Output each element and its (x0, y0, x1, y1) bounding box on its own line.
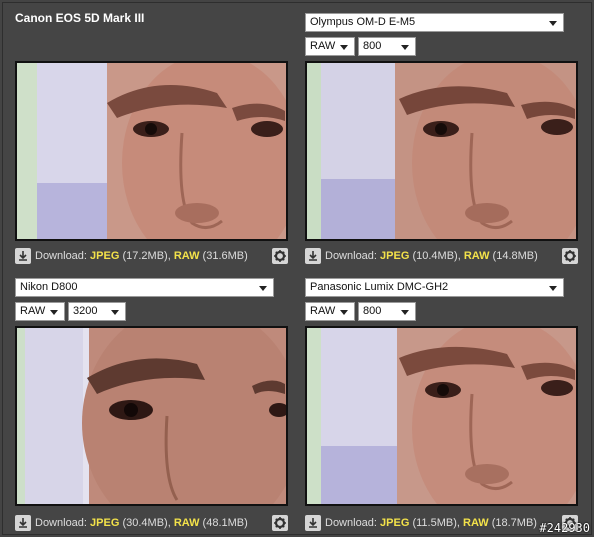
comparison-widget: Canon EOS 5D Mark III Download: JPEG (17… (2, 2, 592, 535)
jpeg-link[interactable]: JPEG (90, 517, 119, 529)
download-icon[interactable] (15, 515, 31, 531)
raw-link[interactable]: RAW (174, 517, 200, 529)
iso-select-value: 800 (363, 40, 382, 52)
jpeg-link[interactable]: JPEG (380, 517, 409, 529)
gear-icon[interactable] (562, 248, 578, 264)
format-select[interactable]: RAW (305, 302, 355, 321)
format-select-value: RAW (310, 40, 336, 52)
jpeg-link[interactable]: JPEG (380, 250, 409, 262)
download-text: Download: JPEG (11.5MB), RAW (18.7MB) (325, 517, 537, 529)
sample-image[interactable] (305, 326, 578, 506)
camera-select-value: Panasonic Lumix DMC-GH2 (310, 281, 449, 293)
face-crop-image (307, 63, 576, 239)
chevron-down-icon (259, 286, 267, 291)
chevron-down-icon (340, 310, 348, 315)
download-icon[interactable] (305, 515, 321, 531)
raw-link[interactable]: RAW (463, 517, 489, 529)
gear-icon[interactable] (272, 515, 288, 531)
download-row: Download: JPEG (11.5MB), RAW (18.7MB) (305, 514, 578, 532)
format-select[interactable]: RAW (15, 302, 65, 321)
format-select[interactable]: RAW (305, 37, 355, 56)
iso-select[interactable]: 3200 (68, 302, 126, 321)
download-row: Download: JPEG (17.2MB), RAW (31.6MB) (15, 247, 288, 265)
chevron-down-icon (111, 310, 119, 315)
panel-nikon: Nikon D800 RAW 3200 Download: JPEG (30.4… (15, 278, 288, 533)
raw-link[interactable]: RAW (464, 250, 490, 262)
download-row: Download: JPEG (30.4MB), RAW (48.1MB) (15, 514, 288, 532)
panel-canon: Canon EOS 5D Mark III Download: JPEG (17… (15, 11, 288, 266)
download-row: Download: JPEG (10.4MB), RAW (14.8MB) (305, 247, 578, 265)
jpeg-link[interactable]: JPEG (90, 250, 119, 262)
download-text: Download: JPEG (17.2MB), RAW (31.6MB) (35, 250, 248, 262)
sample-image[interactable] (305, 61, 578, 241)
camera-select-value: Olympus OM-D E-M5 (310, 16, 416, 28)
chevron-down-icon (50, 310, 58, 315)
image-id-watermark: #242930 (539, 521, 590, 535)
format-select-value: RAW (20, 305, 46, 317)
chevron-down-icon (549, 21, 557, 26)
chevron-down-icon (340, 45, 348, 50)
gear-icon[interactable] (272, 248, 288, 264)
camera-title: Canon EOS 5D Mark III (15, 11, 145, 25)
iso-select-value: 3200 (73, 305, 98, 317)
sample-image[interactable] (15, 61, 288, 241)
panel-olympus: Olympus OM-D E-M5 RAW 800 Download: JPEG… (305, 11, 578, 266)
camera-select[interactable]: Olympus OM-D E-M5 (305, 13, 564, 32)
panel-panasonic: Panasonic Lumix DMC-GH2 RAW 800 Download… (305, 278, 578, 533)
camera-select[interactable]: Nikon D800 (15, 278, 274, 297)
raw-link[interactable]: RAW (174, 250, 200, 262)
download-icon[interactable] (15, 248, 31, 264)
download-icon[interactable] (305, 248, 321, 264)
face-crop-image (17, 63, 286, 239)
camera-select[interactable]: Panasonic Lumix DMC-GH2 (305, 278, 564, 297)
iso-select[interactable]: 800 (358, 37, 416, 56)
download-text: Download: JPEG (10.4MB), RAW (14.8MB) (325, 250, 538, 262)
face-crop-image (307, 328, 576, 504)
download-text: Download: JPEG (30.4MB), RAW (48.1MB) (35, 517, 248, 529)
chevron-down-icon (401, 310, 409, 315)
chevron-down-icon (549, 286, 557, 291)
iso-select[interactable]: 800 (358, 302, 416, 321)
sample-image[interactable] (15, 326, 288, 506)
face-crop-image (17, 328, 286, 504)
iso-select-value: 800 (363, 305, 382, 317)
chevron-down-icon (401, 45, 409, 50)
camera-select-value: Nikon D800 (20, 281, 78, 293)
format-select-value: RAW (310, 305, 336, 317)
